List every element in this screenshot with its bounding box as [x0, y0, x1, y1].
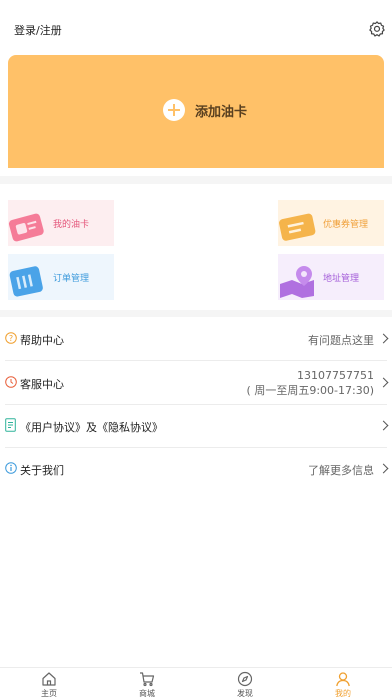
card-icon: [8, 213, 44, 242]
svg-text:?: ?: [9, 334, 13, 343]
document-icon: [5, 418, 16, 432]
tile-my-card[interactable]: 我的油卡: [8, 200, 114, 246]
menu-label: 《用户协议》及《隐私协议》: [20, 421, 163, 434]
question-circle-icon: ?: [5, 332, 17, 344]
map-pin-icon: [280, 266, 314, 298]
menu-item-about-us[interactable]: 关于我们 了解更多信息: [0, 448, 392, 491]
clock-icon: [5, 376, 17, 388]
tab-mall[interactable]: 商城: [98, 668, 196, 700]
header: 登录/注册: [0, 0, 392, 56]
tile-coupons[interactable]: 优惠券管理: [278, 200, 384, 246]
add-card-banner[interactable]: 添加油卡: [8, 55, 384, 168]
tile-label: 订单管理: [53, 274, 90, 284]
tab-label: 商城: [139, 689, 155, 698]
info-circle-icon: [5, 462, 17, 474]
service-hours: ( 周一至周五9:00-17:30): [246, 384, 374, 397]
tile-address[interactable]: 地址管理: [278, 254, 384, 300]
chevron-right-icon: [378, 333, 389, 344]
tab-discover[interactable]: 发现: [196, 668, 294, 700]
menu-item-agreements[interactable]: 《用户协议》及《隐私协议》: [0, 405, 392, 448]
settings-icon[interactable]: [368, 20, 386, 38]
menu-label: 关于我们: [20, 464, 64, 477]
home-icon: [42, 672, 56, 686]
menu-label: 帮助中心: [20, 334, 64, 347]
menu-label: 客服中心: [20, 378, 64, 391]
tile-label: 我的油卡: [53, 220, 90, 230]
tab-mine[interactable]: 我的: [294, 668, 392, 700]
section-divider: [0, 176, 392, 184]
bottom-tab-bar: 主页 商城 发现 我的: [0, 667, 392, 700]
add-card-label: 添加油卡: [195, 104, 248, 120]
tab-home[interactable]: 主页: [0, 668, 98, 700]
menu-item-help-center[interactable]: ? 帮助中心 有问题点这里: [0, 317, 392, 360]
tile-orders[interactable]: 订单管理: [8, 254, 114, 300]
tile-label: 地址管理: [323, 274, 360, 284]
tab-label: 我的: [335, 689, 351, 698]
chevron-right-icon: [378, 420, 389, 431]
tab-label: 发现: [237, 689, 253, 698]
chevron-right-icon: [378, 463, 389, 474]
order-list-icon: [9, 266, 43, 297]
coupon-icon: [279, 213, 316, 241]
section-divider: [0, 310, 392, 317]
service-phone[interactable]: 13107757751: [297, 369, 374, 382]
add-card-button[interactable]: 添加油卡: [163, 99, 247, 121]
login-register-link[interactable]: 登录/注册: [14, 22, 62, 38]
compass-icon: [237, 671, 253, 687]
tab-label: 主页: [41, 689, 57, 698]
plus-circle-icon: [163, 99, 185, 121]
menu-item-customer-service[interactable]: 客服中心 13107757751 ( 周一至周五9:00-17:30): [0, 361, 392, 404]
user-icon: [336, 672, 350, 687]
menu-hint: 了解更多信息: [308, 464, 374, 477]
chevron-right-icon: [378, 377, 389, 388]
cart-icon: [140, 672, 155, 687]
tile-label: 优惠券管理: [323, 220, 369, 230]
menu-hint: 有问题点这里: [308, 334, 374, 347]
